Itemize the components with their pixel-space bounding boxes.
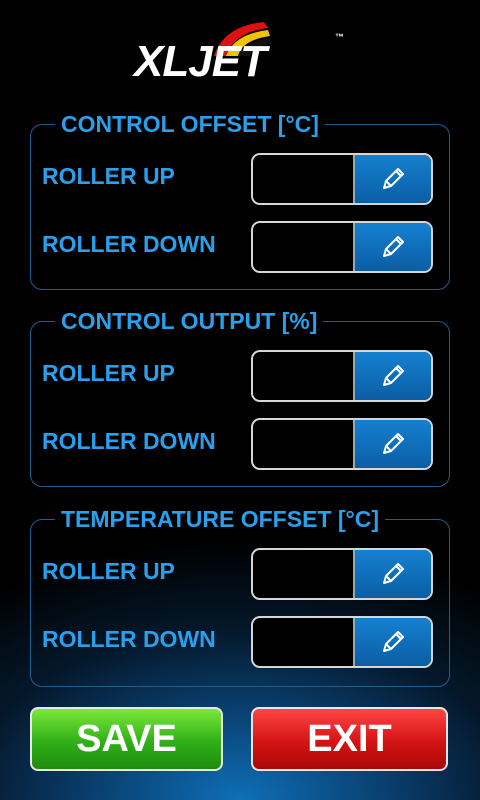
setting-row: ROLLER UP [31, 548, 449, 602]
logo-text: XLJET [134, 37, 267, 86]
row-label: ROLLER DOWN [42, 626, 216, 652]
pencil-icon [383, 563, 404, 584]
exit-button[interactable]: EXIT [251, 707, 448, 771]
row-label: ROLLER UP [42, 558, 175, 584]
value-field[interactable] [251, 548, 433, 600]
save-button[interactable]: SAVE [30, 707, 223, 771]
group-title: TEMPERATURE OFFSET [°C] [55, 505, 385, 533]
row-label: ROLLER UP [42, 163, 175, 189]
setting-row: ROLLER UP [31, 153, 449, 207]
row-label: ROLLER UP [42, 360, 175, 386]
pencil-icon [383, 631, 404, 652]
pencil-icon [383, 433, 404, 454]
row-label: ROLLER DOWN [42, 428, 216, 454]
value-field[interactable] [251, 153, 433, 205]
edit-button[interactable] [353, 155, 431, 203]
temperature-offset-group: TEMPERATURE OFFSET [°C] ROLLER UP ROLLER… [30, 505, 450, 687]
group-title: CONTROL OUTPUT [%] [55, 307, 324, 335]
edit-button[interactable] [353, 420, 431, 468]
setting-row: ROLLER DOWN [31, 616, 449, 670]
edit-button[interactable] [353, 352, 431, 400]
edit-button[interactable] [353, 618, 431, 666]
control-output-group: CONTROL OUTPUT [%] ROLLER UP ROLLER DOWN [30, 307, 450, 487]
setting-row: ROLLER DOWN [31, 418, 449, 472]
row-label: ROLLER DOWN [42, 231, 216, 257]
pencil-icon [383, 365, 404, 386]
group-title: CONTROL OFFSET [°C] [55, 110, 325, 138]
value-field[interactable] [251, 418, 433, 470]
xljet-logo: XLJET ™ [134, 18, 346, 84]
setting-row: ROLLER DOWN [31, 221, 449, 275]
value-field[interactable] [251, 350, 433, 402]
setting-row: ROLLER UP [31, 350, 449, 404]
trademark: ™ [335, 32, 344, 42]
edit-button[interactable] [353, 550, 431, 598]
control-offset-group: CONTROL OFFSET [°C] ROLLER UP ROLLER DOW… [30, 110, 450, 290]
value-field[interactable] [251, 221, 433, 273]
pencil-icon [383, 236, 404, 257]
edit-button[interactable] [353, 223, 431, 271]
pencil-icon [383, 168, 404, 189]
value-field[interactable] [251, 616, 433, 668]
